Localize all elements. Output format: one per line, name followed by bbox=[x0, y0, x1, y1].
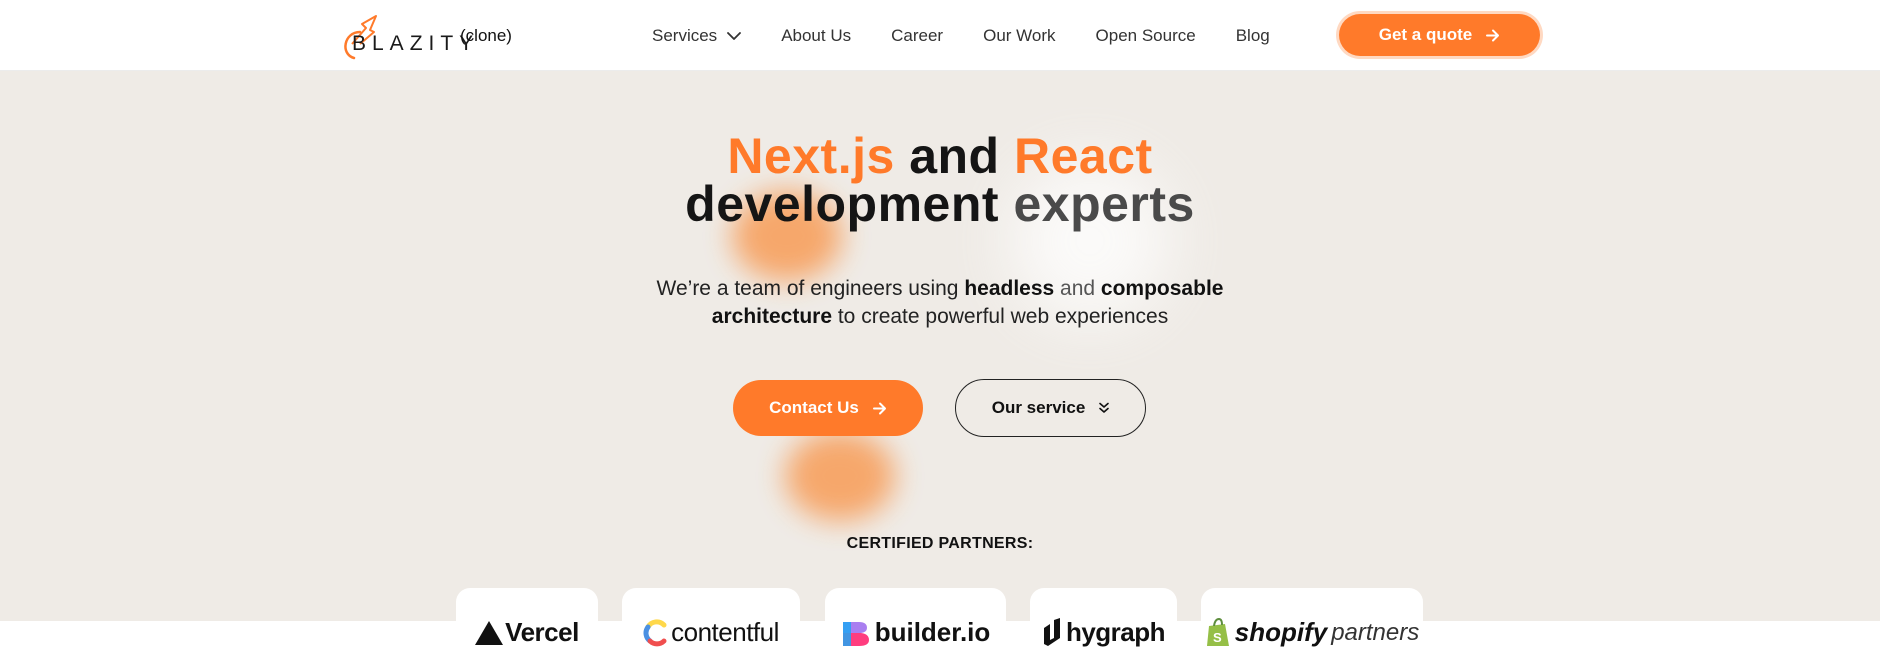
contentful-icon bbox=[643, 618, 667, 646]
partner-name: shopify bbox=[1234, 617, 1328, 647]
nav-item-open-source[interactable]: Open Source bbox=[1096, 26, 1196, 46]
subtitle-architecture: architecture bbox=[711, 305, 833, 328]
partner-card-shopify[interactable]: S shopify partners bbox=[1201, 588, 1423, 655]
title-experts: experts bbox=[1013, 176, 1195, 232]
double-chevron-down-icon bbox=[1099, 402, 1110, 413]
our-service-button[interactable]: Our service bbox=[955, 379, 1146, 437]
get-a-quote-button[interactable]: Get a quote bbox=[1339, 14, 1540, 56]
nav-item-services[interactable]: Services bbox=[652, 26, 742, 46]
title-development: development bbox=[685, 176, 1014, 232]
shopify-bag-icon: S bbox=[1206, 617, 1229, 646]
partner-card-contentful[interactable]: contentful bbox=[622, 588, 800, 655]
partner-card-vercel[interactable]: Vercel bbox=[456, 588, 598, 655]
subtitle-composable: composable bbox=[1100, 277, 1224, 300]
chevron-down-icon bbox=[727, 31, 742, 40]
nav-label: Services bbox=[652, 26, 718, 45]
builder-icon bbox=[842, 621, 869, 646]
hero-section: Next.js and React development experts We… bbox=[0, 71, 1880, 621]
nav-item-blog[interactable]: Blog bbox=[1236, 26, 1270, 46]
nav-item-career[interactable]: Career bbox=[891, 26, 943, 46]
subtitle-and: and bbox=[1054, 277, 1101, 300]
partner-suffix: partners bbox=[1331, 618, 1420, 646]
subtitle-headless: headless bbox=[964, 277, 1055, 300]
decorative-orange-blob bbox=[785, 431, 895, 521]
vercel-triangle-icon bbox=[475, 620, 504, 645]
quote-button-label: Get a quote bbox=[1378, 25, 1473, 44]
contact-us-button[interactable]: Contact Us bbox=[733, 380, 923, 436]
nav-item-our-work[interactable]: Our Work bbox=[983, 26, 1055, 46]
hygraph-icon bbox=[1043, 617, 1060, 646]
site-header: BLAZITY (clone) Services About Us Career… bbox=[0, 0, 1880, 71]
partner-name: Vercel bbox=[505, 617, 579, 647]
service-button-label: Our service bbox=[991, 398, 1086, 417]
subtitle-text: We’re a team of engineers using bbox=[656, 277, 965, 300]
arrow-right-icon bbox=[1486, 29, 1500, 41]
hero-subtitle-line-2: architecture to create powerful web expe… bbox=[0, 303, 1880, 331]
partner-name: builder.io bbox=[874, 617, 991, 647]
hero-title-line-1: Next.js and React bbox=[0, 131, 1880, 181]
hero-title-line-2: development experts bbox=[0, 179, 1880, 229]
main-nav: Services About Us Career Our Work Open S… bbox=[652, 24, 1310, 48]
svg-text:S: S bbox=[1213, 630, 1222, 645]
brand-logo[interactable]: BLAZITY (clone) bbox=[338, 14, 518, 60]
partner-name: contentful bbox=[671, 617, 779, 647]
contact-button-label: Contact Us bbox=[769, 398, 859, 417]
partner-name: hygraph bbox=[1065, 617, 1166, 647]
partner-card-builder-io[interactable]: builder.io bbox=[825, 588, 1006, 655]
certified-partners-heading: CERTIFIED PARTNERS: bbox=[846, 535, 1034, 552]
brand-suffix: (clone) bbox=[460, 26, 512, 45]
nav-item-about-us[interactable]: About Us bbox=[781, 26, 851, 46]
partner-card-hygraph[interactable]: hygraph bbox=[1030, 588, 1177, 655]
arrow-right-icon bbox=[872, 402, 886, 414]
hero-subtitle-line-1: We’re a team of engineers using headless… bbox=[0, 275, 1880, 303]
subtitle-text: to create powerful web experiences bbox=[832, 305, 1169, 328]
